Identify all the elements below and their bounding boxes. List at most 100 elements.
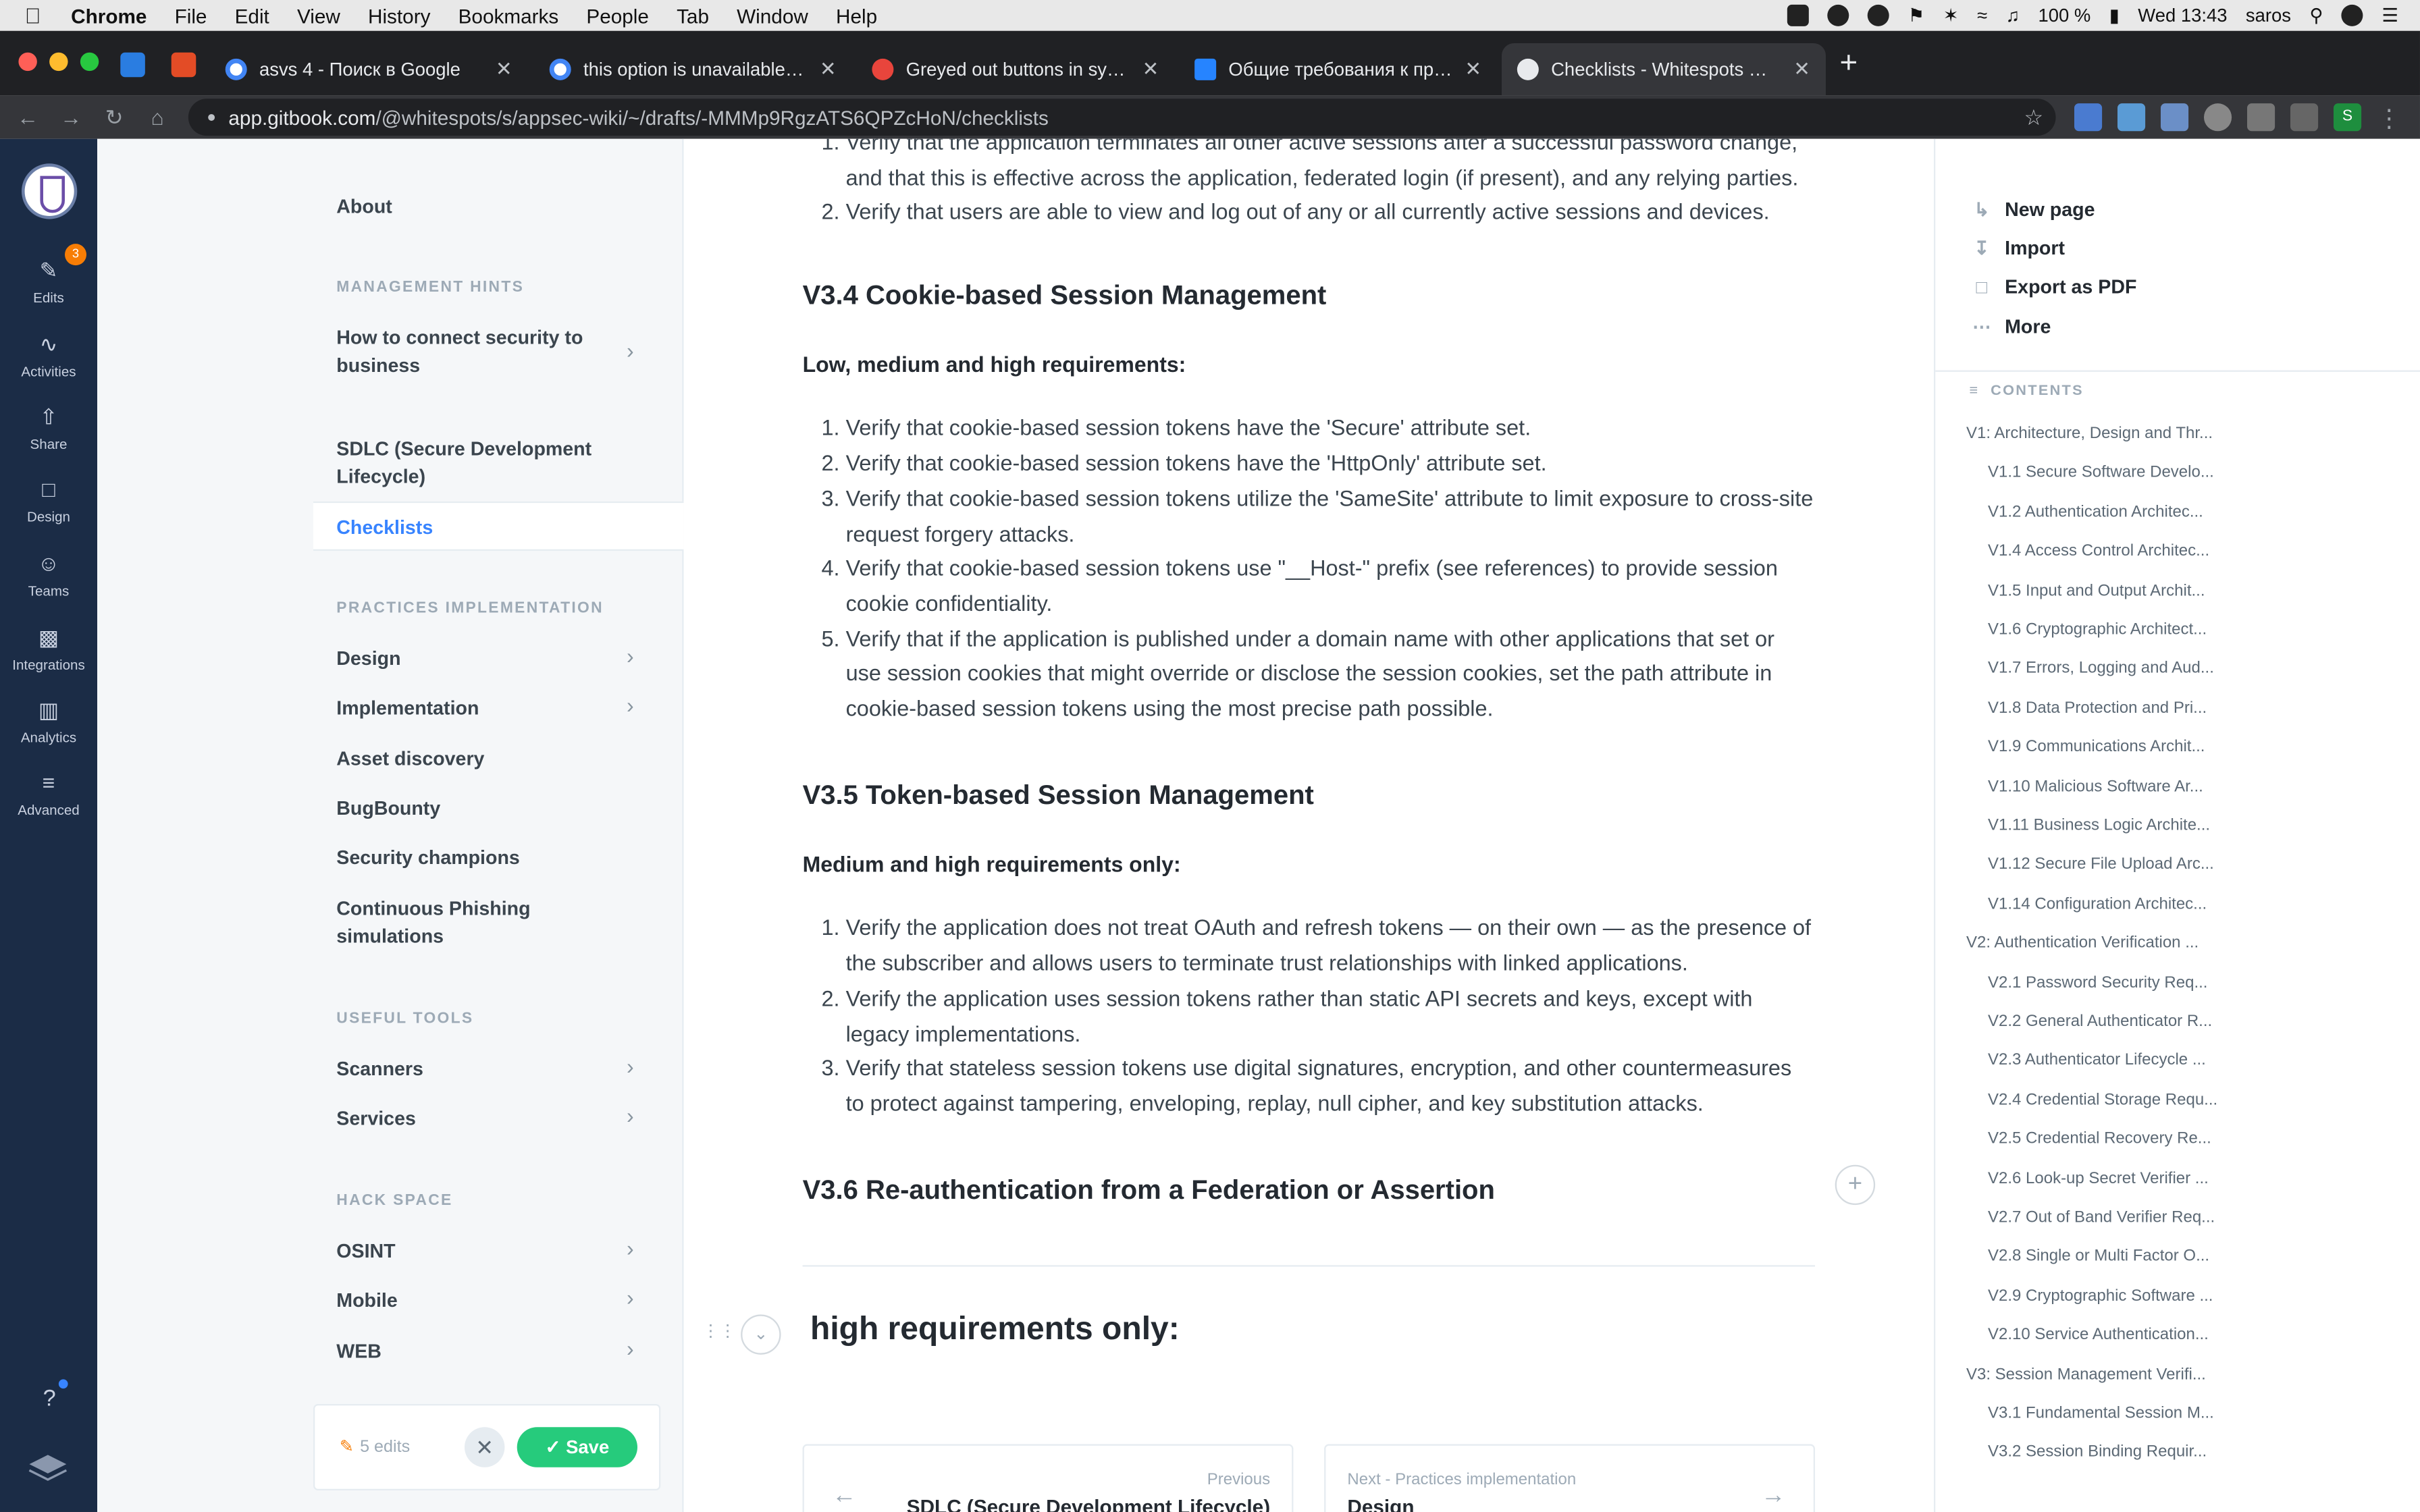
add-block-button[interactable]: + [1835, 1164, 1876, 1206]
new-tab-button[interactable]: + [1840, 47, 1858, 82]
next-page-link[interactable]: Next - Practices implementation Design → [1324, 1444, 1815, 1512]
toc-item[interactable]: V2.10 Service Authentication... [1988, 1326, 2235, 1344]
toc-item[interactable]: V3: Session Management Verifi... [1966, 1365, 2213, 1383]
toc-item[interactable]: V1.10 Malicious Software Ar... [1988, 777, 2235, 795]
chevron-right-icon[interactable]: › [627, 1285, 634, 1310]
toc-item[interactable]: V1.5 Input and Output Archit... [1988, 581, 2235, 599]
nav-web[interactable]: WEB [336, 1338, 645, 1366]
menu-file[interactable]: File [175, 4, 207, 27]
translate-extension-icon[interactable] [2074, 103, 2103, 132]
back-button[interactable]: ← [6, 105, 49, 130]
list-item[interactable]: Verify the application does not treat OA… [846, 913, 1815, 983]
more-action[interactable]: ⋯ More [1970, 317, 2051, 338]
space-logo[interactable] [21, 163, 78, 219]
toc-item[interactable]: V2: Authentication Verification ... [1966, 934, 2213, 952]
shield-extension-icon[interactable] [2246, 103, 2276, 132]
tool-icon[interactable] [1827, 4, 1849, 26]
toc-item[interactable]: V2.7 Out of Band Verifier Req... [1988, 1208, 2235, 1226]
list-item[interactable]: Verify the application uses session toke… [846, 983, 1815, 1053]
tab-confluence[interactable]: Общие требования к приложе ✕ [1179, 43, 1497, 96]
list-item[interactable]: Verify that users are able to view and l… [846, 196, 1815, 232]
toc-item[interactable]: V1: Architecture, Design and Thr... [1966, 425, 2213, 443]
chevron-right-icon[interactable]: › [627, 1236, 634, 1261]
toc-item[interactable]: V1.9 Communications Archit... [1988, 738, 2235, 756]
nav-implementation[interactable]: Implementation [336, 695, 645, 722]
collapse-toggle-button[interactable]: ⌄ [741, 1314, 781, 1355]
chevron-right-icon[interactable]: › [627, 1103, 634, 1128]
nav-connect-security[interactable]: How to connect security to business [336, 324, 599, 379]
rail-integrations[interactable]: ▩ Integrations [0, 623, 97, 673]
puzzle-extensions-icon[interactable] [2290, 103, 2319, 132]
home-button[interactable]: ⌂ [136, 105, 179, 130]
tab-greyed-buttons[interactable]: Greyed out buttons in system p ✕ [857, 43, 1175, 96]
toc-item[interactable]: V1.2 Authentication Architec... [1988, 503, 2235, 521]
menu-tab[interactable]: Tab [677, 4, 709, 27]
menu-help[interactable]: Help [836, 4, 877, 27]
toc-item[interactable]: V3.2 Session Binding Requir... [1988, 1443, 2235, 1461]
menu-edit[interactable]: Edit [235, 4, 269, 27]
zoom-window-button[interactable] [80, 52, 99, 72]
save-button[interactable]: ✓ Save [517, 1427, 637, 1467]
bluetooth-icon[interactable]: ✶ [1943, 5, 1959, 26]
apple-icon[interactable]:  [25, 3, 50, 28]
toc-item[interactable]: V2.9 Cryptographic Software ... [1988, 1287, 2235, 1305]
nav-checklists[interactable]: Checklists [313, 501, 684, 551]
nav-sdlc[interactable]: SDLC (Secure Development Lifecycle) [336, 435, 599, 491]
heading-v35[interactable]: V3.5 Token-based Session Management [803, 778, 1815, 813]
rail-design[interactable]: □ Design [0, 475, 97, 524]
minimize-window-button[interactable] [49, 52, 68, 72]
toc-item[interactable]: V2.2 General Authenticator R... [1988, 1012, 2235, 1030]
rail-teams[interactable]: ☺ Teams [0, 549, 97, 599]
window-extension-icon[interactable] [2117, 103, 2146, 132]
list-item[interactable]: Verify that cookie-based session tokens … [846, 553, 1815, 623]
battery-label[interactable]: 100 % [2038, 5, 2091, 26]
menu-window[interactable]: Window [737, 4, 808, 27]
chrome-extension-icon[interactable] [2203, 103, 2232, 132]
discard-button[interactable]: ✕ [464, 1427, 505, 1467]
chevron-right-icon[interactable]: › [627, 338, 634, 363]
nav-phishing[interactable]: Continuous Phishing simulations [336, 895, 552, 950]
telegram-icon[interactable] [1868, 4, 1890, 26]
new-page-action[interactable]: ↳ New page [1970, 199, 2095, 221]
profile-avatar[interactable]: S [2333, 103, 2362, 132]
pinned-tab-messages[interactable] [120, 52, 145, 78]
more-menu-icon[interactable]: ⋮ [2377, 103, 2402, 133]
battery-icon[interactable]: ▮ [2109, 5, 2120, 26]
chevron-right-icon[interactable]: › [627, 693, 634, 718]
volume-icon[interactable]: ♫ [2006, 5, 2020, 26]
toc-item[interactable]: V1.11 Business Logic Archite... [1988, 816, 2235, 834]
shield-icon[interactable] [1787, 4, 1810, 26]
chevron-right-icon[interactable]: › [627, 643, 634, 668]
bookmark-star-icon[interactable]: ☆ [2024, 104, 2044, 130]
nav-design[interactable]: Design [336, 645, 645, 672]
menu-app[interactable]: Chrome [71, 4, 147, 27]
close-tab-icon[interactable]: ✕ [1465, 57, 1481, 82]
article-body[interactable]: Verify that the application terminates a… [803, 139, 1815, 232]
list-item[interactable]: Verify that cookie-based session tokens … [846, 448, 1815, 483]
heading-high-requirements[interactable]: high requirements only: [810, 1312, 1180, 1349]
chevron-right-icon[interactable]: › [627, 1054, 634, 1079]
toc-item[interactable]: V3.1 Fundamental Session M... [1988, 1404, 2235, 1422]
toc-item[interactable]: V1.14 Configuration Architec... [1988, 894, 2235, 913]
toc-item[interactable]: V1.12 Secure File Upload Arc... [1988, 855, 2235, 873]
reload-button[interactable]: ↻ [93, 104, 136, 130]
user-name[interactable]: saros [2246, 5, 2291, 26]
close-tab-icon[interactable]: ✕ [820, 57, 837, 82]
close-tab-icon[interactable]: ✕ [496, 57, 512, 82]
lock-icon[interactable]: ● [207, 109, 216, 126]
nav-scanners[interactable]: Scanners [336, 1055, 645, 1083]
gitbook-stack-icon[interactable] [28, 1453, 68, 1481]
v34-requirement-label[interactable]: Low, medium and high requirements: [803, 347, 1815, 382]
toc-item[interactable]: V2.8 Single or Multi Factor O... [1988, 1247, 2235, 1266]
nav-services[interactable]: Services [336, 1105, 645, 1133]
forward-button[interactable]: → [49, 105, 93, 130]
edits-count[interactable]: ✎ 5 edits [340, 1436, 410, 1456]
tab-google-asvs[interactable]: asvs 4 - Поиск в Google ✕ [210, 43, 528, 96]
menu-people[interactable]: People [586, 4, 649, 27]
export-pdf-action[interactable]: □ Export as PDF [1970, 276, 2137, 298]
close-tab-icon[interactable]: ✕ [1142, 57, 1159, 82]
list-item[interactable]: Verify that if the application is publis… [846, 623, 1815, 728]
save-extension-icon[interactable] [2160, 103, 2189, 132]
toc-item[interactable]: V2.1 Password Security Req... [1988, 973, 2235, 991]
toc-item[interactable]: V1.6 Cryptographic Architect... [1988, 620, 2235, 639]
